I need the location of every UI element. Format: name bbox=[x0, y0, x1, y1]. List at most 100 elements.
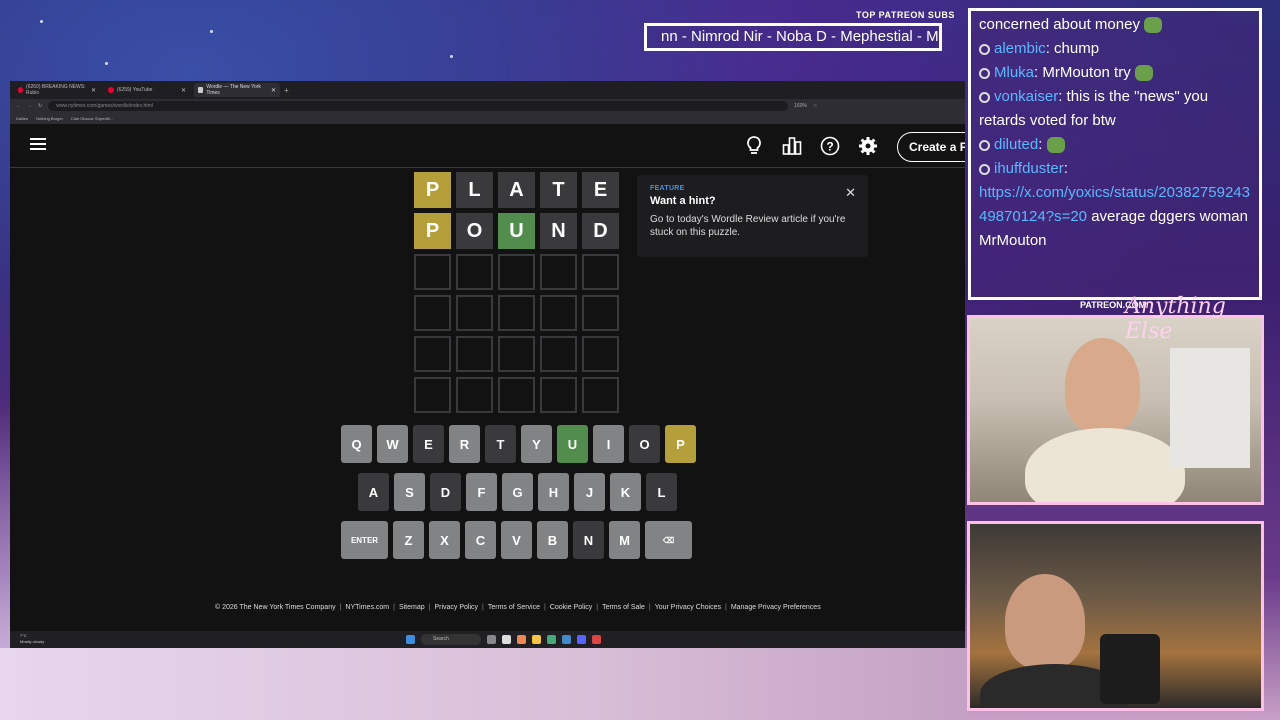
close-tab-icon[interactable]: ✕ bbox=[271, 87, 276, 94]
board-row bbox=[414, 254, 619, 290]
browser-tab-active[interactable]: Wordle — The New York Times ✕ bbox=[194, 83, 280, 97]
reload-icon[interactable]: ↻ bbox=[38, 103, 42, 109]
browser-tab[interactable]: (6260) BREAKING NEWS: Rubio ✕ bbox=[14, 83, 100, 97]
footer-link[interactable]: Privacy Policy bbox=[434, 604, 478, 611]
key-h[interactable]: H bbox=[538, 473, 569, 511]
footer-link[interactable]: Terms of Service bbox=[488, 604, 540, 611]
board-tile bbox=[582, 295, 619, 331]
key-d[interactable]: D bbox=[430, 473, 461, 511]
key-b[interactable]: B bbox=[537, 521, 568, 559]
url-field[interactable]: www.nytimes.com/games/wordle/index.html bbox=[48, 101, 789, 111]
key-c[interactable]: C bbox=[465, 521, 496, 559]
microphone bbox=[1100, 634, 1160, 704]
back-icon[interactable]: ← bbox=[16, 103, 21, 109]
folder-icon[interactable] bbox=[532, 635, 541, 644]
footer-link[interactable]: Terms of Sale bbox=[602, 604, 645, 611]
key-i[interactable]: I bbox=[593, 425, 624, 463]
close-tab-icon[interactable]: ✕ bbox=[91, 87, 96, 94]
zoom-indicator[interactable]: 160% bbox=[794, 103, 807, 109]
key-p[interactable]: P bbox=[665, 425, 696, 463]
footer-link[interactable]: NYTimes.com bbox=[345, 604, 389, 611]
new-tab-icon[interactable]: + bbox=[284, 86, 289, 95]
board-tile bbox=[498, 377, 535, 413]
close-icon[interactable]: ✕ bbox=[845, 185, 856, 201]
browser-icon[interactable] bbox=[517, 635, 526, 644]
steam-icon[interactable] bbox=[562, 635, 571, 644]
nyt-favicon-icon bbox=[198, 87, 204, 93]
key-u[interactable]: U bbox=[557, 425, 588, 463]
key-y[interactable]: Y bbox=[521, 425, 552, 463]
help-icon[interactable]: ? bbox=[818, 134, 842, 158]
enter-key[interactable]: ENTER bbox=[341, 521, 388, 559]
footer-link[interactable]: Sitemap bbox=[399, 604, 425, 611]
footer-separator: | bbox=[482, 604, 484, 611]
board-tile bbox=[456, 254, 493, 290]
board-tile: O bbox=[456, 213, 493, 249]
backspace-key[interactable]: ⌫ bbox=[645, 521, 692, 559]
chrome-icon[interactable] bbox=[592, 635, 601, 644]
statistics-icon[interactable] bbox=[780, 134, 804, 158]
board-tile bbox=[456, 295, 493, 331]
key-r[interactable]: R bbox=[449, 425, 480, 463]
taskview-icon[interactable] bbox=[487, 635, 496, 644]
app-icon[interactable] bbox=[502, 635, 511, 644]
key-e[interactable]: E bbox=[413, 425, 444, 463]
board-tile bbox=[498, 336, 535, 372]
key-l[interactable]: L bbox=[646, 473, 677, 511]
key-a[interactable]: A bbox=[358, 473, 389, 511]
key-o[interactable]: O bbox=[629, 425, 660, 463]
key-z[interactable]: Z bbox=[393, 521, 424, 559]
key-w[interactable]: W bbox=[377, 425, 408, 463]
close-tab-icon[interactable]: ✕ bbox=[181, 87, 186, 94]
key-s[interactable]: S bbox=[394, 473, 425, 511]
footer-link: © 2026 The New York Times Company bbox=[215, 604, 336, 611]
key-q[interactable]: Q bbox=[341, 425, 372, 463]
key-v[interactable]: V bbox=[501, 521, 532, 559]
bookmark-item[interactable]: Nothing Burger bbox=[36, 116, 63, 121]
menu-icon[interactable] bbox=[30, 138, 46, 152]
chat-username[interactable]: ihuffduster bbox=[994, 160, 1064, 177]
footer-link[interactable]: Cookie Policy bbox=[550, 604, 592, 611]
tab-label: (6259) YouTube bbox=[117, 87, 153, 93]
hint-lightbulb-icon[interactable] bbox=[742, 134, 766, 158]
chat-username[interactable]: vonkaiser bbox=[994, 88, 1058, 105]
board-tile bbox=[456, 377, 493, 413]
chat-username[interactable]: diluted bbox=[994, 136, 1038, 153]
taskbar-search[interactable]: Search bbox=[421, 634, 481, 645]
forward-icon[interactable]: → bbox=[27, 103, 32, 109]
key-n[interactable]: N bbox=[573, 521, 604, 559]
create-puzzle-button[interactable]: Create a Puzzle bbox=[897, 132, 965, 162]
settings-gear-icon[interactable] bbox=[856, 134, 880, 158]
footer-link[interactable]: Your Privacy Choices bbox=[655, 604, 721, 611]
chat-message: alembic: chump bbox=[979, 37, 1251, 61]
key-x[interactable]: X bbox=[429, 521, 460, 559]
chat-text: concerned about money bbox=[979, 16, 1140, 33]
weather-widget[interactable]: 7°C Mostly cloudy bbox=[20, 633, 44, 645]
footer-link[interactable]: Manage Privacy Preferences bbox=[731, 604, 821, 611]
key-g[interactable]: G bbox=[502, 473, 533, 511]
bookmark-item[interactable]: Dailies bbox=[16, 116, 28, 121]
board-tile: N bbox=[540, 213, 577, 249]
bookmark-star-icon[interactable]: ☆ bbox=[813, 103, 817, 109]
webcam-guest bbox=[967, 521, 1264, 711]
windows-start-icon[interactable] bbox=[406, 635, 415, 644]
discord-icon[interactable] bbox=[577, 635, 586, 644]
weather-desc: Mostly cloudy bbox=[20, 639, 45, 644]
game-board: PLATEPOUND bbox=[414, 172, 619, 418]
key-m[interactable]: M bbox=[609, 521, 640, 559]
key-f[interactable]: F bbox=[466, 473, 497, 511]
chat-username[interactable]: alembic bbox=[994, 40, 1046, 57]
browser-tab[interactable]: (6259) YouTube ✕ bbox=[104, 83, 190, 97]
page-footer: © 2026 The New York Times Company | NYTime… bbox=[215, 604, 821, 611]
board-tile bbox=[414, 295, 451, 331]
chat-username[interactable]: Mluka bbox=[994, 64, 1034, 81]
key-j[interactable]: J bbox=[574, 473, 605, 511]
board-tile: A bbox=[498, 172, 535, 208]
bookmarks-bar: Dailies Nothing Burger Clair Obscur: Exp… bbox=[10, 113, 965, 124]
bookmark-item[interactable]: Clair Obscur: Expediti... bbox=[71, 116, 113, 121]
key-k[interactable]: K bbox=[610, 473, 641, 511]
app-icon[interactable] bbox=[547, 635, 556, 644]
chat-text: chump bbox=[1054, 40, 1100, 57]
hint-body[interactable]: Go to today's Wordle Review article if y… bbox=[650, 213, 855, 239]
key-t[interactable]: T bbox=[485, 425, 516, 463]
